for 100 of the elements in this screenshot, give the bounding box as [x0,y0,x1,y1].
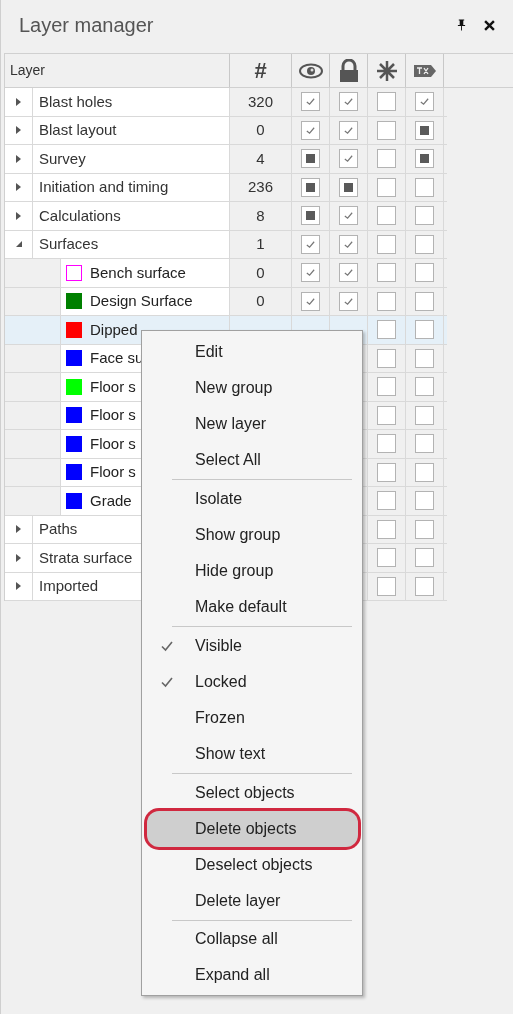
menu-item[interactable]: Delete layer [147,883,358,919]
snowflake-icon[interactable] [376,60,397,81]
checkbox[interactable] [415,576,434,596]
expand-caret-icon[interactable] [16,211,21,220]
menu-item[interactable]: Select objects [147,775,358,811]
layer-name[interactable]: Floor s [90,375,136,398]
menu-item[interactable]: Collapse all [147,921,358,957]
column-header[interactable]: Layer [5,54,230,87]
checkbox[interactable] [415,348,434,368]
panel-title: Layer manager [19,13,155,38]
checkmark-icon [305,96,316,108]
object-count: 1 [256,234,265,254]
checkbox[interactable] [415,291,434,311]
checkmark-icon [305,267,316,279]
checkbox[interactable] [377,206,396,226]
object-count: 236 [248,177,273,197]
checkbox[interactable] [339,177,358,197]
checkbox[interactable] [377,149,396,169]
pin-icon[interactable] [457,19,466,31]
menu-item[interactable]: Hide group [147,553,358,589]
checkbox[interactable] [415,177,434,197]
object-count: 0 [256,120,265,140]
checkbox[interactable] [377,348,396,368]
checkbox[interactable] [415,120,434,140]
menu-item[interactable]: New layer [147,406,358,442]
expand-caret-icon[interactable] [16,582,21,591]
menu-item[interactable]: Frozen [147,700,358,736]
checkbox[interactable] [415,548,434,568]
checkbox[interactable] [339,234,358,254]
checkbox[interactable] [339,291,358,311]
expand-caret-icon[interactable] [16,553,21,562]
expand-caret-icon[interactable] [16,183,21,192]
checkbox[interactable] [301,120,320,140]
checkbox[interactable] [415,234,434,254]
menu-item[interactable]: Show group [147,517,358,553]
checkbox[interactable] [377,462,396,482]
checkbox[interactable] [415,92,434,112]
checkbox[interactable] [377,491,396,511]
text-tag-icon[interactable] [413,64,436,77]
collapse-caret-icon[interactable] [15,241,22,248]
checkbox[interactable] [415,405,434,425]
expand-caret-icon[interactable] [16,97,21,106]
menu-item[interactable]: Delete objects [147,811,358,847]
menu-item[interactable]: Show text [147,736,358,772]
checkbox[interactable] [339,206,358,226]
checkbox[interactable] [415,263,434,283]
checkbox[interactable] [415,206,434,226]
checkbox[interactable] [377,120,396,140]
checkbox[interactable] [377,177,396,197]
expand-caret-icon[interactable] [16,525,21,534]
checkbox[interactable] [377,320,396,340]
checkbox[interactable] [377,92,396,112]
checkbox[interactable] [415,149,434,169]
expand-caret-icon[interactable] [16,154,21,163]
checkbox[interactable] [415,462,434,482]
checkbox[interactable] [377,291,396,311]
menu-item[interactable]: Locked [147,664,358,700]
menu-item[interactable]: Deselect objects [147,847,358,883]
menu-item[interactable]: Edit [147,334,358,370]
checkbox[interactable] [339,92,358,112]
layer-name[interactable]: Dipped [90,318,138,341]
group-name[interactable]: Paths [39,518,78,541]
checkbox[interactable] [301,149,320,169]
lock-icon[interactable] [337,58,360,83]
checkbox[interactable] [377,377,396,397]
column-header[interactable]: # [230,54,292,87]
menu-item[interactable]: Isolate [147,481,358,517]
object-count: 0 [256,262,265,283]
checkbox[interactable] [339,120,358,140]
menu-item[interactable]: Select All [147,442,358,478]
checkbox[interactable] [415,434,434,454]
group-name[interactable]: Survey [39,147,86,170]
checkbox[interactable] [339,149,358,169]
close-icon[interactable] [484,19,495,31]
checkbox[interactable] [377,234,396,254]
expand-caret-icon[interactable] [16,126,21,135]
checkbox[interactable] [415,377,434,397]
checkbox[interactable] [301,234,320,254]
checkbox[interactable] [301,291,320,311]
checkbox[interactable] [415,320,434,340]
checkbox[interactable] [377,434,396,454]
menu-item[interactable]: Make default [147,589,358,625]
menu-item[interactable]: New group [147,370,358,406]
checkmark-icon [343,96,354,108]
checkbox[interactable] [415,491,434,511]
checkbox[interactable] [377,548,396,568]
checkbox[interactable] [301,206,320,226]
checkbox[interactable] [377,263,396,283]
checkbox[interactable] [339,263,358,283]
eye-icon[interactable] [298,62,323,79]
checkbox[interactable] [377,405,396,425]
checkbox[interactable] [377,576,396,596]
menu-item[interactable]: Expand all [147,957,358,993]
checkbox[interactable] [301,92,320,112]
checkbox[interactable] [301,177,320,197]
menu-item[interactable]: Visible [147,628,358,664]
checkbox[interactable] [301,263,320,283]
checkbox[interactable] [415,519,434,539]
layer-name[interactable]: Floor s [90,404,136,427]
checkbox[interactable] [377,519,396,539]
